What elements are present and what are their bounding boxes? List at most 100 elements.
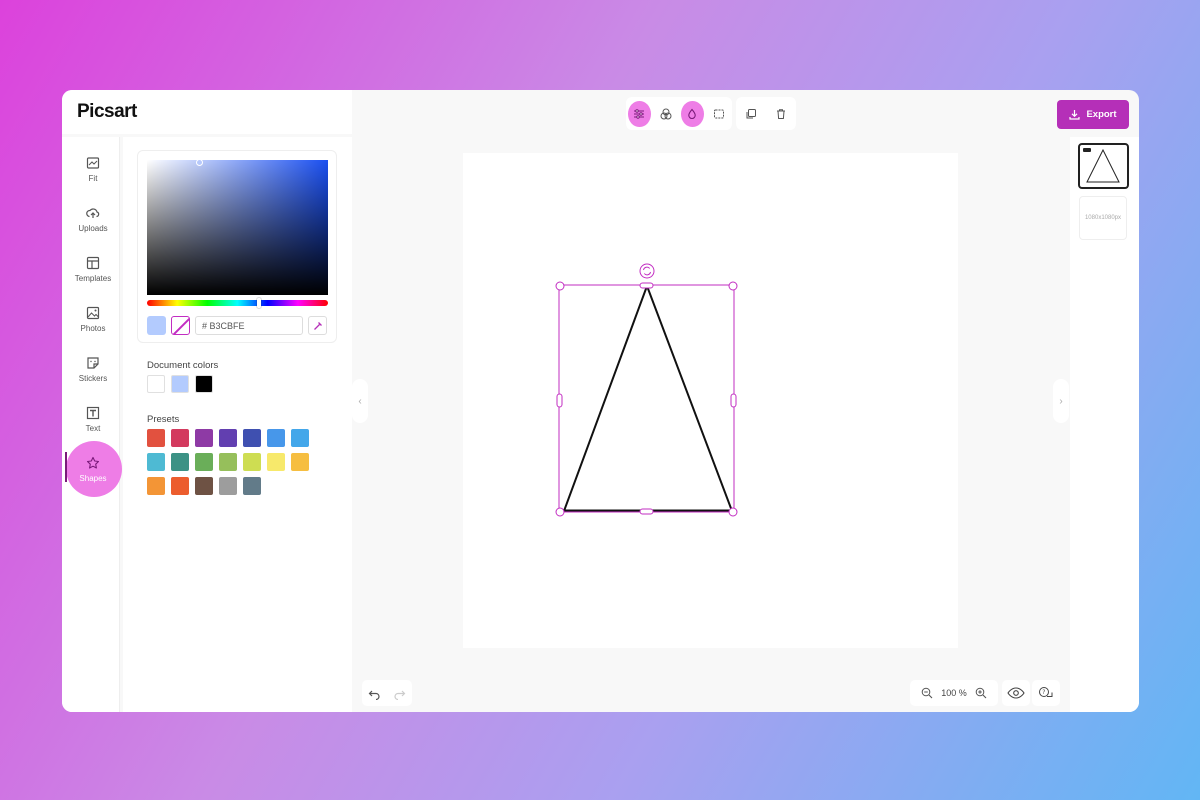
hue-slider[interactable] [147,298,328,308]
preset-color-swatch[interactable] [267,429,285,447]
color-picker: # B3CBFE [137,150,337,343]
page-thumbnail[interactable] [1078,143,1129,189]
zoom-level: 100 % [941,688,967,698]
border-button[interactable] [708,101,731,127]
trash-icon [777,108,785,119]
preset-color-swatch[interactable] [171,477,189,495]
page-size-card[interactable]: 1080x1080px [1079,196,1127,240]
preset-color-swatch[interactable] [147,477,165,495]
current-color-swatch[interactable] [147,316,166,335]
pages-panel: 1080x1080px [1070,137,1139,712]
selection-box[interactable] [558,284,735,513]
zoom-out-icon[interactable] [921,687,933,699]
preset-color-swatch[interactable] [195,453,213,471]
preset-color-swatch[interactable] [243,453,261,471]
blend-button[interactable] [655,101,678,127]
saturation-value-area[interactable] [147,159,328,295]
sidebar-item-label: Templates [74,273,112,283]
eye-icon [1007,687,1025,699]
zoom-controls: 100 % [910,680,998,706]
preview-button[interactable] [1002,680,1030,706]
undo-icon[interactable] [368,687,381,700]
no-color-swatch[interactable] [171,316,190,335]
preset-color-swatch[interactable] [219,429,237,447]
fit-icon [86,156,100,169]
redo-icon[interactable] [393,687,406,700]
preset-color-swatch[interactable] [147,429,165,447]
duplicate-icon [746,108,756,118]
color-panel: # B3CBFE Document colors Presets [123,137,352,712]
collapse-right-panel[interactable]: › [1053,379,1069,423]
history-controls [362,680,412,706]
fill-color-button[interactable] [681,100,704,127]
document-color-swatch[interactable] [147,375,165,393]
page-thumbnail-preview [1083,148,1120,183]
sidebar-item-shapes[interactable]: Shapes [62,441,124,497]
preset-color-swatch[interactable] [219,477,237,495]
eyedropper-icon [313,321,322,330]
preset-color-swatch[interactable] [171,453,189,471]
hue-handle[interactable] [257,298,261,308]
picsart-logo[interactable]: Picsart [77,101,137,123]
rotate-handle[interactable] [639,263,655,279]
page-size-label: 1080x1080px [1084,215,1122,221]
resize-handle-bottom-left[interactable] [555,507,565,517]
resize-handle-left[interactable] [556,393,563,408]
preset-color-swatch[interactable] [219,453,237,471]
download-icon [1069,110,1081,120]
eyedropper-button[interactable] [308,316,327,335]
border-icon [713,109,724,118]
preset-color-swatch[interactable] [195,477,213,495]
resize-handle-top[interactable] [639,282,654,289]
preset-color-swatch[interactable] [243,477,261,495]
object-toolbar [736,97,796,130]
collapse-left-panel[interactable]: ‹ [352,379,368,423]
resize-handle-top-left[interactable] [555,281,565,291]
droplet-icon [688,108,697,119]
document-color-swatch[interactable] [171,375,189,393]
preset-color-swatch[interactable] [267,453,285,471]
star-icon [86,456,100,469]
adjust-button[interactable] [628,100,651,127]
preset-color-swatch[interactable] [291,453,309,471]
preset-color-swatch[interactable] [195,429,213,447]
help-button[interactable]: ? [1032,680,1060,706]
sidebar-item-stickers[interactable]: Stickers [62,344,124,394]
sidebar-item-label: Stickers [78,373,108,383]
export-button[interactable]: Export [1057,100,1129,129]
templates-icon [86,256,100,269]
hex-color-input[interactable]: # B3CBFE [195,316,303,335]
resize-handle-bottom[interactable] [639,508,654,515]
preset-color-swatch[interactable] [291,429,309,447]
export-label: Export [1086,109,1117,120]
svg-text:?: ? [1042,689,1045,696]
resize-handle-top-right[interactable] [728,281,738,291]
logo-bar: Picsart [62,90,352,134]
preset-color-swatch[interactable] [147,453,165,471]
resize-handle-bottom-right[interactable] [728,507,738,517]
preset-color-swatch[interactable] [171,429,189,447]
duplicate-button[interactable] [738,101,764,127]
sidebar-item-photos[interactable]: Photos [62,294,124,344]
sidebar-item-text[interactable]: Text [62,394,124,444]
zoom-in-icon[interactable] [975,687,987,699]
editor-window: Picsart Fit Uploads Templates Photos Sti… [62,90,1139,712]
blend-icon [660,108,672,119]
preset-color-swatch[interactable] [243,429,261,447]
presets-label: Presets [147,414,180,425]
photos-icon [86,306,100,319]
sidebar-item-templates[interactable]: Templates [62,244,124,294]
triangle-shape[interactable] [562,283,734,512]
document-color-swatch[interactable] [195,375,213,393]
delete-button[interactable] [768,101,794,127]
resize-handle-right[interactable] [730,393,737,408]
chevron-left-icon: ‹ [358,395,362,407]
active-indicator [65,452,67,482]
design-canvas[interactable] [463,153,958,648]
sidebar-item-label: Uploads [78,223,108,233]
sidebar-item-label: Photos [80,323,106,333]
sidebar-item-fit[interactable]: Fit [62,144,124,194]
saturation-handle[interactable] [196,159,203,166]
text-icon [86,406,100,419]
sidebar-item-uploads[interactable]: Uploads [62,194,124,244]
